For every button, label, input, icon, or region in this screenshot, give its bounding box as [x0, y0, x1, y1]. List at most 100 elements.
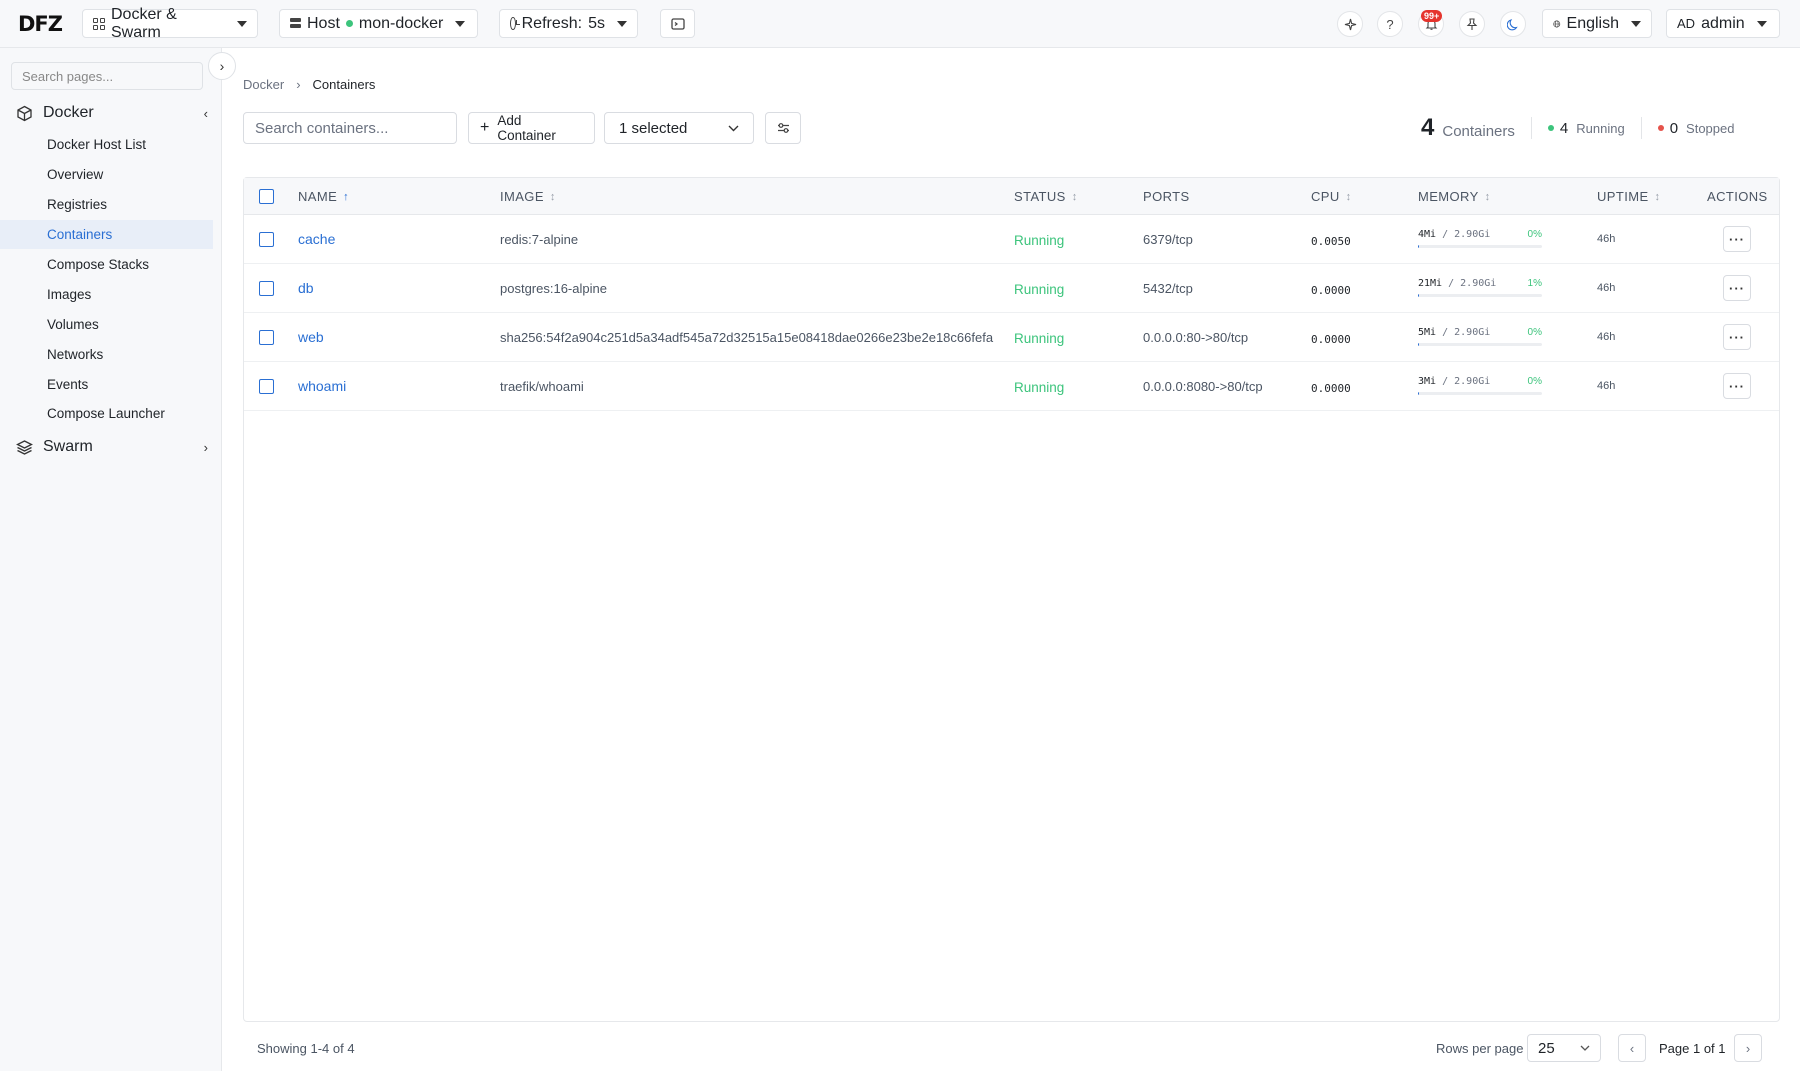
column-header-name[interactable]: NAME ↑	[298, 189, 349, 204]
select-all-checkbox[interactable]	[259, 189, 274, 204]
memory-percent: 0%	[1527, 229, 1542, 240]
theme-toggle[interactable]	[1500, 11, 1526, 37]
assistant-button[interactable]	[1337, 11, 1363, 37]
language-label: English	[1566, 14, 1619, 32]
rows-per-page-label: Rows per page	[1436, 1041, 1524, 1056]
table-row[interactable]: web sha256:54f2a904c251d5a34adf545a72d32…	[244, 313, 1779, 362]
container-image: postgres:16-alpine	[500, 281, 607, 296]
breadcrumb-separator-icon: ›	[296, 77, 301, 92]
running-label: Running	[1576, 120, 1625, 136]
nav-group-swarm[interactable]: Swarm ›	[16, 438, 212, 456]
caret-down-icon	[237, 20, 247, 27]
language-select[interactable]: English	[1542, 9, 1652, 38]
row-actions-button[interactable]: ···	[1723, 373, 1751, 399]
sort-icon: ↕	[549, 190, 556, 203]
memory-bar-fill	[1418, 392, 1420, 395]
column-header-memory[interactable]: MEMORY ↕	[1418, 189, 1491, 204]
page-search-placeholder: Search pages...	[22, 68, 114, 84]
next-page-button[interactable]: ›	[1734, 1034, 1762, 1062]
pin-button[interactable]	[1459, 11, 1485, 37]
sidebar-item-compose-launcher[interactable]: Compose Launcher	[0, 399, 213, 428]
chevron-left-icon: ‹	[203, 105, 208, 121]
row-actions-button[interactable]: ···	[1723, 226, 1751, 252]
memory-used: 4Mi	[1418, 229, 1437, 240]
memory-percent: 0%	[1527, 376, 1542, 387]
sidebar-item-networks[interactable]: Networks	[0, 340, 213, 369]
sidebar-item-overview[interactable]: Overview	[0, 160, 213, 189]
container-uptime: 46h	[1597, 380, 1616, 392]
server-icon	[290, 18, 301, 29]
sidebar-item-compose-stacks[interactable]: Compose Stacks	[0, 250, 213, 279]
breadcrumb-parent[interactable]: Docker	[243, 77, 284, 92]
previous-page-button[interactable]: ‹	[1618, 1034, 1646, 1062]
search-placeholder: Search containers...	[255, 119, 389, 137]
sidebar-collapse-button[interactable]: ›	[208, 52, 236, 80]
total-count: 4	[1421, 114, 1435, 141]
container-ports: 0.0.0.0:8080->80/tcp	[1143, 379, 1263, 394]
nav-group-label: Swarm	[43, 438, 93, 455]
container-name-link[interactable]: web	[298, 329, 324, 345]
column-header-image[interactable]: IMAGE ↕	[500, 189, 556, 204]
container-name-link[interactable]: whoami	[298, 378, 346, 394]
sidebar-item-containers[interactable]: Containers	[0, 220, 213, 249]
add-container-button[interactable]: + Add Container	[468, 112, 595, 144]
column-header-uptime[interactable]: UPTIME ↕	[1597, 189, 1660, 204]
memory-bar	[1418, 294, 1542, 297]
container-uptime: 46h	[1597, 233, 1616, 245]
scope-switcher[interactable]: Docker & Swarm	[82, 6, 258, 41]
row-checkbox[interactable]	[259, 330, 274, 345]
refresh-interval-select[interactable]: Refresh: 5s	[499, 9, 638, 38]
memory-used: 21Mi	[1418, 278, 1443, 289]
page-indicator: Page 1 of 1	[1659, 1041, 1726, 1056]
rows-per-page-value: 25	[1538, 1039, 1555, 1057]
table-row[interactable]: whoami traefik/whoami Running 0.0.0.0:80…	[244, 362, 1779, 411]
table-row[interactable]: cache redis:7-alpine Running 6379/tcp 0.…	[244, 215, 1779, 264]
row-checkbox[interactable]	[259, 232, 274, 247]
row-checkbox[interactable]	[259, 379, 274, 394]
container-uptime: 46h	[1597, 282, 1616, 294]
globe-icon	[1553, 20, 1561, 27]
container-search-input[interactable]: Search containers...	[243, 112, 457, 144]
terminal-button[interactable]	[660, 9, 695, 38]
memory-bar-fill	[1418, 343, 1420, 346]
container-status: Running	[1014, 282, 1065, 297]
sidebar-item-registries[interactable]: Registries	[0, 190, 213, 219]
notifications-button[interactable]: 99+	[1418, 10, 1444, 37]
container-uptime: 46h	[1597, 331, 1616, 343]
table-row[interactable]: db postgres:16-alpine Running 5432/tcp 0…	[244, 264, 1779, 313]
row-checkbox[interactable]	[259, 281, 274, 296]
sidebar-item-images[interactable]: Images	[0, 280, 213, 309]
container-name-link[interactable]: db	[298, 280, 314, 296]
user-menu[interactable]: AD admin	[1666, 9, 1780, 38]
host-switcher[interactable]: Host mon-docker	[279, 9, 478, 38]
container-name-link[interactable]: cache	[298, 231, 335, 247]
container-image: traefik/whoami	[500, 379, 584, 394]
row-actions-button[interactable]: ···	[1723, 324, 1751, 350]
clock-icon	[510, 17, 519, 30]
scope-label: Docker & Swarm	[111, 5, 177, 41]
refresh-label: Refresh:	[521, 14, 583, 32]
memory-bar-fill	[1418, 245, 1420, 248]
memory-bar-fill	[1418, 294, 1420, 297]
add-container-label: Add Container	[497, 113, 556, 143]
host-filter-select[interactable]: 1 selected	[604, 112, 754, 144]
running-count: 4	[1559, 119, 1569, 137]
chevron-right-icon: ›	[203, 439, 208, 455]
memory-limit: / 2.90Gi	[1448, 278, 1497, 289]
column-header-cpu[interactable]: CPU ↕	[1311, 189, 1352, 204]
column-header-ports: PORTS	[1143, 189, 1190, 204]
help-button[interactable]: ?	[1377, 11, 1403, 37]
column-settings-button[interactable]	[765, 112, 801, 144]
column-header-status[interactable]: STATUS ↕	[1014, 189, 1078, 204]
sidebar-item-volumes[interactable]: Volumes	[0, 310, 213, 339]
memory-usage: 4Mi / 2.90Gi 0%	[1418, 229, 1542, 248]
cube-icon	[17, 105, 32, 121]
row-actions-button[interactable]: ···	[1723, 275, 1751, 301]
sidebar-item-events[interactable]: Events	[0, 370, 213, 399]
sidebar-item-docker-host-list[interactable]: Docker Host List	[0, 130, 213, 159]
memory-usage: 3Mi / 2.90Gi 0%	[1418, 376, 1542, 395]
rows-per-page-select[interactable]: 25	[1527, 1034, 1601, 1062]
app-logo[interactable]: DFZ	[18, 12, 63, 36]
page-search-input[interactable]: Search pages...	[11, 62, 203, 90]
nav-group-docker[interactable]: Docker ‹	[16, 104, 212, 122]
